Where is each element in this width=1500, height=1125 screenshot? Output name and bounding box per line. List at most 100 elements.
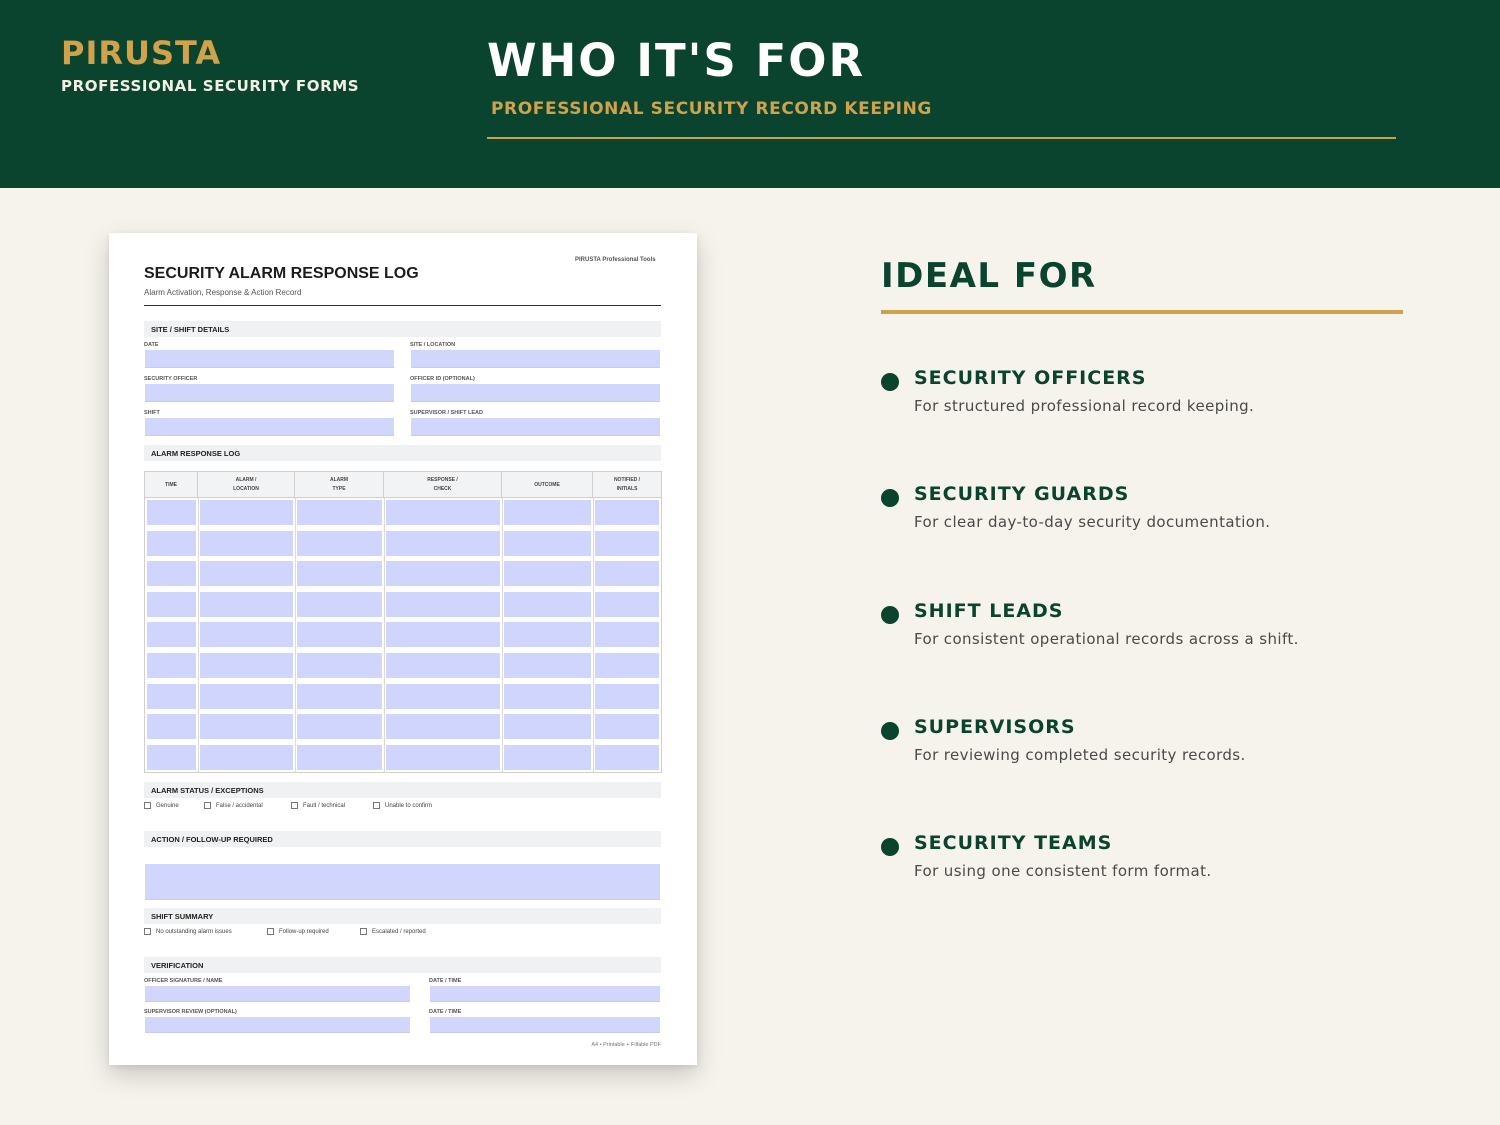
table-cell-input[interactable] <box>595 714 659 740</box>
status-checkbox-false[interactable]: False / accidental <box>204 802 263 809</box>
table-cell-input[interactable] <box>504 500 591 525</box>
field-label-officer: SECURITY OFFICER <box>144 376 198 382</box>
supervisor-field[interactable] <box>411 418 660 436</box>
table-cell-input[interactable] <box>386 500 500 525</box>
checkbox-icon <box>360 928 367 935</box>
table-cell-input[interactable] <box>504 683 591 709</box>
audience-description: For consistent operational records acros… <box>914 630 1299 648</box>
summary-checkbox-followup[interactable]: Follow-up required <box>267 928 329 935</box>
table-cell-input[interactable] <box>200 744 293 770</box>
site-location-field[interactable] <box>411 350 660 368</box>
table-cell-input[interactable] <box>595 530 659 556</box>
column-divider <box>502 498 503 773</box>
field-label-date: DATE <box>144 342 159 348</box>
table-cell-input[interactable] <box>147 683 196 709</box>
date-field[interactable] <box>145 350 394 368</box>
section-alarm-status: ALARM STATUS / EXCEPTIONS <box>144 782 661 798</box>
table-cell-input[interactable] <box>595 500 659 525</box>
security-officer-field[interactable] <box>145 384 394 402</box>
table-cell-input[interactable] <box>147 561 196 587</box>
table-cell-input[interactable] <box>504 561 591 587</box>
table-cell-input[interactable] <box>200 714 293 740</box>
table-cell-input[interactable] <box>504 714 591 740</box>
section-label: VERIFICATION <box>151 961 204 970</box>
table-cell-input[interactable] <box>200 653 293 678</box>
table-cell-input[interactable] <box>147 500 196 525</box>
form-title: SECURITY ALARM RESPONSE LOG <box>144 265 419 282</box>
table-cell-input[interactable] <box>147 622 196 648</box>
column-divider <box>384 498 385 773</box>
field-label-officer-id: OFFICER ID (OPTIONAL) <box>410 376 475 382</box>
table-cell-input[interactable] <box>504 530 591 556</box>
section-alarm-log: ALARM RESPONSE LOG <box>144 445 661 461</box>
table-cell-input[interactable] <box>147 714 196 740</box>
page-title: WHO IT'S FOR <box>487 34 866 87</box>
table-cell-input[interactable] <box>297 653 382 678</box>
table-cell-input[interactable] <box>297 714 382 740</box>
officer-id-field[interactable] <box>411 384 660 402</box>
alarm-log-table: TIME ALARM / LOCATION ALARM TYPE RESPONS… <box>144 471 662 773</box>
table-cell-input[interactable] <box>595 683 659 709</box>
table-cell-input[interactable] <box>386 622 500 648</box>
status-checkbox-unable[interactable]: Unable to confirm <box>373 802 432 809</box>
table-cell-input[interactable] <box>386 744 500 770</box>
table-cell-input[interactable] <box>297 591 382 617</box>
checkbox-label: False / accidental <box>216 802 263 809</box>
status-checkbox-genuine[interactable]: Genuine <box>144 802 179 809</box>
table-cell-input[interactable] <box>386 591 500 617</box>
section-label: SHIFT SUMMARY <box>151 912 214 921</box>
table-cell-input[interactable] <box>595 744 659 770</box>
table-cell-input[interactable] <box>386 653 500 678</box>
table-cell-input[interactable] <box>147 530 196 556</box>
field-label-shift: SHIFT <box>144 410 160 416</box>
table-cell-input[interactable] <box>200 500 293 525</box>
officer-date-time-field[interactable] <box>430 986 660 1002</box>
checkbox-label: Fault / technical <box>303 802 346 809</box>
summary-checkbox-none[interactable]: No outstanding alarm issues <box>144 928 232 935</box>
table-cell-input[interactable] <box>504 622 591 648</box>
table-cell-input[interactable] <box>297 622 382 648</box>
table-cell-input[interactable] <box>147 653 196 678</box>
table-cell-input[interactable] <box>297 561 382 587</box>
officer-signature-field[interactable] <box>145 986 410 1002</box>
shift-field[interactable] <box>145 418 394 436</box>
table-cell-input[interactable] <box>200 591 293 617</box>
table-cell-input[interactable] <box>200 622 293 648</box>
table-cell-input[interactable] <box>297 683 382 709</box>
table-cell-input[interactable] <box>504 744 591 770</box>
field-label-supervisor: SUPERVISOR / SHIFT LEAD <box>410 410 483 416</box>
checkbox-label: Escalated / reported <box>372 928 426 935</box>
table-cell-input[interactable] <box>386 530 500 556</box>
table-cell-input[interactable] <box>595 622 659 648</box>
field-label-officer-signature: OFFICER SIGNATURE / NAME <box>144 978 223 984</box>
checkbox-icon <box>144 802 151 809</box>
bullet-dot-icon <box>881 838 899 856</box>
action-followup-field[interactable] <box>145 864 660 900</box>
table-cell-input[interactable] <box>200 561 293 587</box>
table-cell-input[interactable] <box>386 683 500 709</box>
table-cell-input[interactable] <box>147 591 196 617</box>
table-cell-input[interactable] <box>504 591 591 617</box>
table-cell-input[interactable] <box>386 714 500 740</box>
summary-checkbox-escalated[interactable]: Escalated / reported <box>360 928 426 935</box>
table-cell-input[interactable] <box>297 530 382 556</box>
supervisor-review-field[interactable] <box>145 1017 410 1033</box>
section-verification: VERIFICATION <box>144 957 661 973</box>
table-cell-input[interactable] <box>595 561 659 587</box>
header-banner: PIRUSTA PROFESSIONAL SECURITY FORMS WHO … <box>0 0 1500 188</box>
table-cell-input[interactable] <box>297 744 382 770</box>
table-cell-input[interactable] <box>200 683 293 709</box>
table-cell-input[interactable] <box>595 653 659 678</box>
table-cell-input[interactable] <box>504 653 591 678</box>
supervisor-date-time-field[interactable] <box>430 1017 660 1033</box>
table-cell-input[interactable] <box>386 561 500 587</box>
audience-description: For clear day-to-day security documentat… <box>914 513 1271 531</box>
table-cell-input[interactable] <box>595 591 659 617</box>
ideal-for-heading: IDEAL FOR <box>881 256 1097 296</box>
column-divider <box>295 498 296 773</box>
status-checkbox-fault[interactable]: Fault / technical <box>291 802 345 809</box>
table-cell-input[interactable] <box>297 500 382 525</box>
table-cell-input[interactable] <box>200 530 293 556</box>
column-divider <box>198 498 199 773</box>
table-cell-input[interactable] <box>147 744 196 770</box>
